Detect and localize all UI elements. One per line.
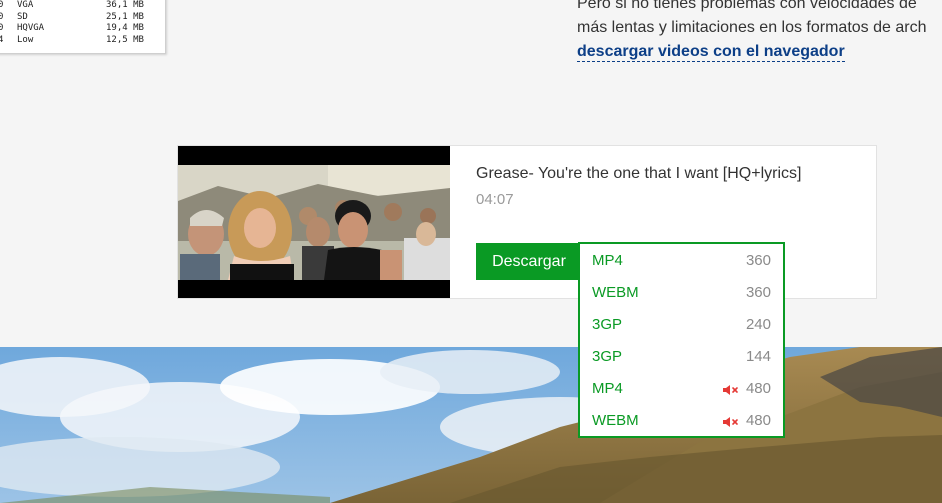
speaker-muted-icon [723, 385, 738, 395]
video-duration: 04:07 [476, 191, 514, 208]
hero-image [0, 347, 942, 503]
resolution-label: 360 [745, 284, 771, 301]
quality-size-table: 0 VGA 36,1 MB 0 SD 25,1 MB 0 HQVGA 19,4 … [0, 0, 166, 54]
format-label: MP4 [592, 252, 623, 269]
resolution-label: 480 [745, 380, 771, 397]
intro-paragraph: Pero si no tienes problemas con velocida… [577, 0, 942, 64]
format-label: WEBM [592, 412, 639, 429]
video-title: Grease- You're the one that I want [HQ+l… [476, 165, 802, 182]
format-label: 3GP [592, 348, 623, 365]
resolution-label: 144 [745, 348, 771, 365]
video-thumbnail[interactable] [178, 146, 450, 298]
format-option[interactable]: WEBM 480 [580, 405, 783, 437]
format-label: WEBM [592, 284, 639, 301]
format-option[interactable]: 3GP 240 [580, 309, 783, 341]
quality-row: 0 HQVGA 19,4 MB [0, 23, 144, 33]
resolution-label: 480 [745, 412, 771, 429]
browser-download-link[interactable]: descargar videos con el navegador [577, 42, 845, 62]
format-option[interactable]: 3GP 144 [580, 341, 783, 373]
resolution-label: 240 [745, 316, 771, 333]
format-option[interactable]: WEBM 360 [580, 277, 783, 309]
format-option[interactable]: MP4 360 [580, 245, 783, 277]
landscape-hero-image [0, 347, 942, 503]
format-label: MP4 [592, 380, 623, 397]
download-button[interactable]: Descargar [476, 243, 582, 280]
speaker-muted-icon [723, 417, 738, 427]
quality-row: 4 Low 12,5 MB [0, 34, 144, 45]
resolution-label: 360 [745, 252, 771, 269]
format-option[interactable]: MP4 480 [580, 373, 783, 405]
intro-line: más lentas y limitaciones en los formato… [577, 19, 927, 36]
thumbnail-image [178, 146, 450, 298]
quality-row: 0 VGA 36,1 MB [0, 0, 144, 10]
format-dropdown: MP4 360 WEBM 360 3GP 240 3GP 144 MP4 480… [578, 242, 785, 438]
intro-line: Pero si no tienes problemas con velocida… [577, 0, 917, 12]
format-label: 3GP [592, 316, 623, 333]
quality-row: 0 SD 25,1 MB [0, 11, 144, 22]
